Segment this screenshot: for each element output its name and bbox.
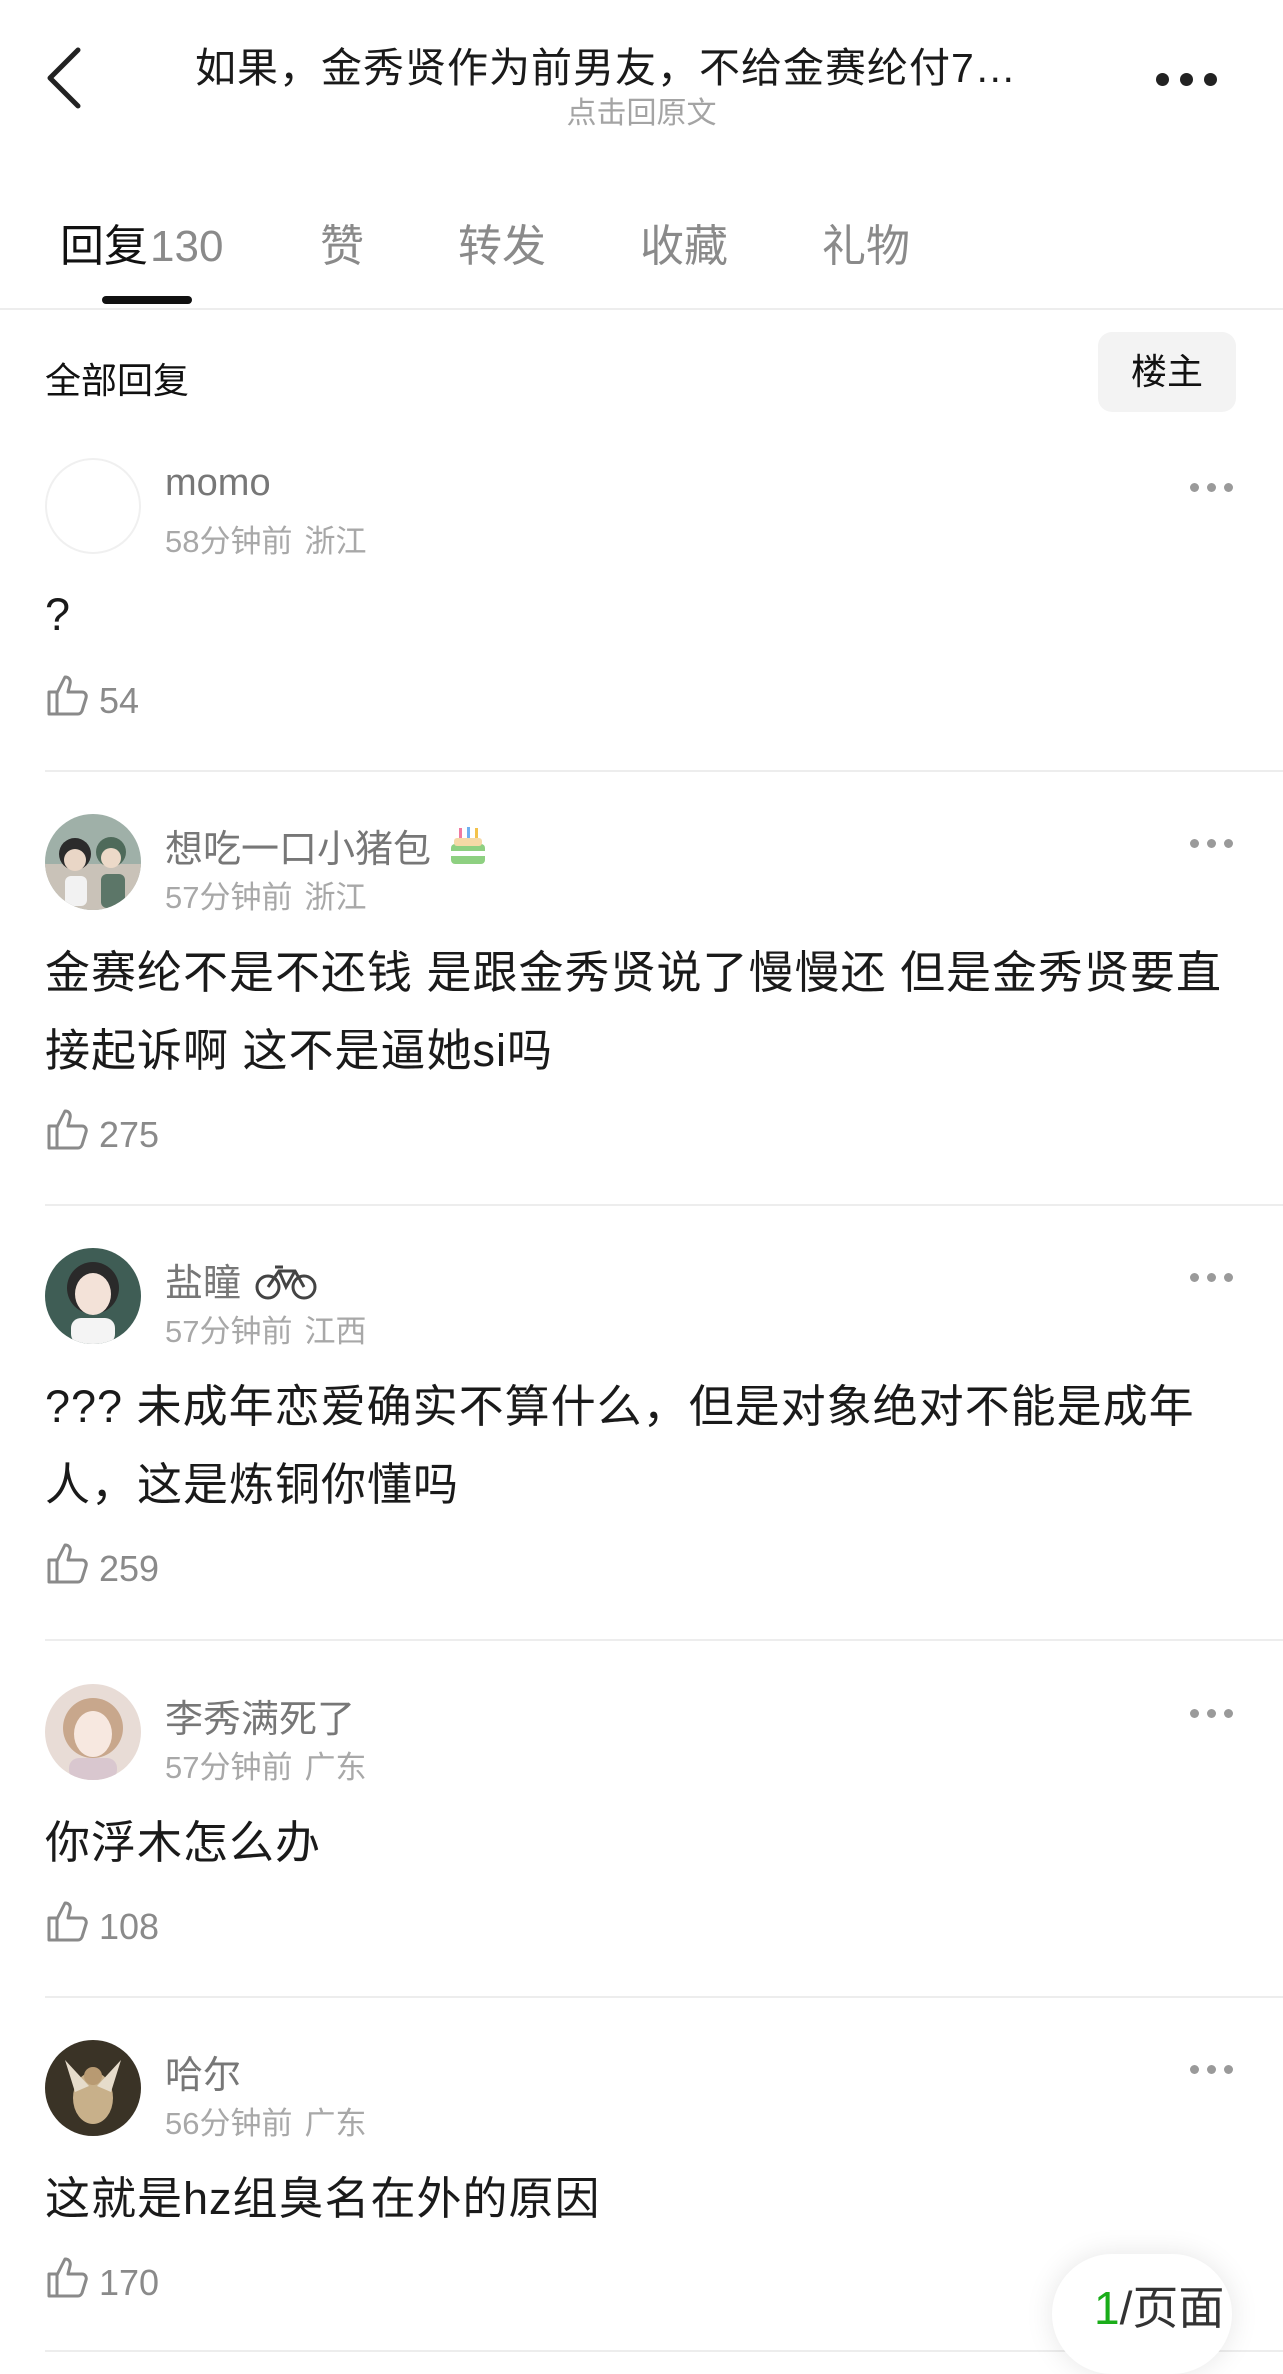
avatar[interactable] (45, 814, 141, 910)
all-replies-label: 全部回复 (45, 360, 190, 401)
like-count: 170 (99, 2262, 160, 2303)
comment-meta: 56分钟前 广东 (165, 2098, 366, 2143)
comment-more-button[interactable] (1188, 1268, 1236, 1288)
tab-gifts[interactable]: 礼物 (822, 210, 910, 274)
avatar[interactable] (45, 458, 141, 554)
comment-meta: 57分钟前 江西 (165, 1306, 366, 1351)
comment-text: 你浮木怎么办 (45, 1817, 322, 1868)
comment-location: 广东 (304, 2106, 367, 2141)
original-poster-filter-button[interactable]: 楼主 (1098, 332, 1236, 412)
avatar[interactable] (45, 1684, 141, 1780)
page-suffix: /页面 (1119, 2282, 1225, 2334)
like-count: 259 (99, 1548, 160, 1589)
more-horizontal-icon (1190, 1709, 1199, 1718)
more-horizontal-icon (1190, 483, 1199, 492)
comment-location: 江西 (304, 1314, 367, 1349)
like-count: 275 (99, 1114, 160, 1155)
comment-more-button[interactable] (1188, 2060, 1236, 2080)
avatar[interactable] (45, 2040, 141, 2136)
comment-username[interactable]: 李秀满死了 (165, 1688, 355, 1743)
comment-time: 57分钟前 (165, 1750, 293, 1785)
reply-count: 130 (150, 222, 224, 271)
tab-likes[interactable]: 赞 (320, 210, 364, 274)
thumbs-up-icon (47, 675, 88, 716)
thumbs-up-icon (47, 1901, 88, 1942)
comment-more-button[interactable] (1188, 478, 1236, 498)
tab-replies[interactable]: 回复130 (60, 210, 223, 274)
comment-text: 这就是hz组臭名在外的原因 (45, 2173, 601, 2224)
comment-time: 57分钟前 (165, 1314, 293, 1349)
tab-reposts[interactable]: 转发 (458, 210, 546, 274)
avatar-image (45, 1684, 141, 1780)
more-horizontal-icon (1190, 1273, 1199, 1282)
comment-username[interactable]: 盐瞳 (165, 1252, 317, 1311)
thumbs-up-icon (47, 2257, 88, 2298)
view-original-link[interactable]: 点击回原文 (0, 88, 1283, 132)
tab-bar: 回复130 赞 转发 收藏 礼物 (0, 200, 1283, 310)
comment-username[interactable]: 想吃一口小猪包 (165, 818, 491, 880)
avatar-image (45, 1248, 141, 1344)
divider (45, 1204, 1283, 1206)
bicycle-icon (255, 1261, 317, 1311)
thumbs-up-icon (47, 1543, 88, 1584)
comment-username[interactable]: 哈尔 (165, 2044, 241, 2099)
top-nav-bar: 如果，金秀贤作为前男友，不给金赛纶付7… 点击回原文 (0, 0, 1283, 150)
comment-text: ? (45, 589, 72, 640)
divider (45, 1639, 1283, 1641)
comment-username[interactable]: momo (165, 462, 271, 505)
comment-more-button[interactable] (1188, 1704, 1236, 1724)
comment-time: 58分钟前 (165, 524, 293, 559)
post-title[interactable]: 如果，金秀贤作为前男友，不给金赛纶付7… (195, 34, 1085, 94)
comment-time: 57分钟前 (165, 880, 293, 915)
active-tab-indicator (102, 296, 192, 304)
more-options-button[interactable] (1150, 58, 1230, 98)
divider (45, 1996, 1283, 1998)
more-horizontal-icon (1156, 73, 1169, 86)
comment-location: 浙江 (304, 880, 367, 915)
comment-text: 金赛纶不是不还钱 是跟金秀贤说了慢慢还 但是金秀贤要直接起诉啊 这不是逼她si吗 (45, 947, 1223, 1076)
comment-meta: 58分钟前 浙江 (165, 516, 366, 561)
divider (45, 770, 1283, 772)
comment-time: 56分钟前 (165, 2106, 293, 2141)
thumbs-up-icon (47, 1109, 88, 1150)
avatar-image (45, 814, 141, 910)
like-count: 54 (99, 680, 140, 721)
comment-text: ??? 未成年恋爱确实不算什么，但是对象绝对不能是成年人，这是炼铜你懂吗 (45, 1381, 1195, 1510)
avatar-image (45, 2040, 141, 2136)
avatar[interactable] (45, 1248, 141, 1344)
comment-location: 浙江 (304, 524, 367, 559)
birthday-cake-icon (445, 824, 491, 880)
filter-row: 全部回复 楼主 (0, 330, 1283, 414)
page-indicator-button[interactable]: 1/页面 (1052, 2254, 1232, 2374)
comment-more-button[interactable] (1188, 834, 1236, 854)
page-number: 1 (1094, 2282, 1120, 2334)
like-count: 108 (99, 1906, 160, 1947)
comment-meta: 57分钟前 浙江 (165, 872, 366, 917)
comment-meta: 57分钟前 广东 (165, 1742, 366, 1787)
tab-favorites[interactable]: 收藏 (640, 210, 728, 274)
more-horizontal-icon (1190, 2065, 1199, 2074)
more-horizontal-icon (1190, 839, 1199, 848)
comment-location: 广东 (304, 1750, 367, 1785)
